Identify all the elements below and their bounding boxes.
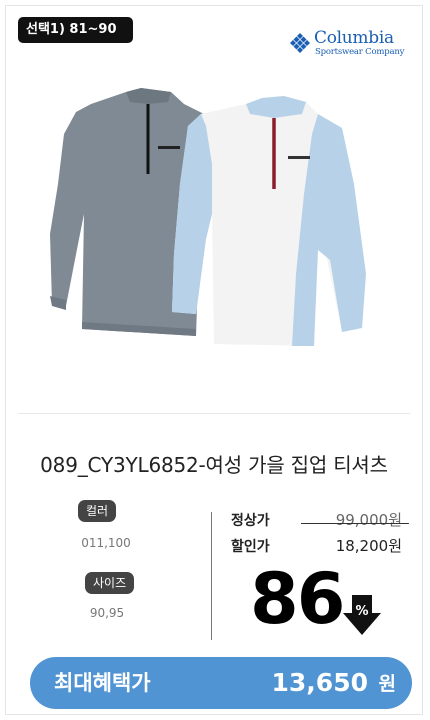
max-benefit-price: 13,650 bbox=[271, 668, 368, 697]
size-label: 사이즈 bbox=[85, 572, 135, 594]
columbia-diamond-logo-icon bbox=[290, 33, 310, 53]
white-shirt bbox=[172, 96, 366, 346]
regular-price: 99,000원 bbox=[335, 511, 402, 529]
max-benefit-label: 최대혜택가 bbox=[54, 671, 151, 695]
sale-price: 18,200원 bbox=[335, 537, 402, 555]
max-benefit-unit: 원 bbox=[378, 673, 396, 695]
color-label: 컬러 bbox=[78, 500, 117, 522]
discount-rate: 86 bbox=[250, 558, 345, 640]
brand-logo: Columbia Sportswear Company bbox=[288, 28, 404, 62]
brand-subtitle: Sportswear Company bbox=[315, 47, 405, 57]
color-value: 011,100 bbox=[81, 536, 131, 550]
option-badge: 선택1) 81~90 bbox=[18, 17, 133, 43]
size-value: 90,95 bbox=[89, 606, 125, 620]
product-card[interactable]: 선택1) 81~90 Columbia Sportswear Company 0… bbox=[5, 5, 423, 715]
sale-price-label: 할인가 bbox=[231, 539, 270, 555]
down-arrow-icon: % bbox=[343, 595, 381, 635]
discount-percent: % bbox=[355, 604, 368, 619]
product-image[interactable] bbox=[36, 74, 396, 374]
regular-price-label: 정상가 bbox=[231, 513, 270, 529]
strikethrough-line bbox=[301, 523, 409, 524]
section-divider bbox=[18, 413, 410, 414]
max-benefit-price-bar[interactable]: 최대혜택가 13,650 원 bbox=[30, 657, 412, 709]
price-divider bbox=[211, 512, 212, 640]
product-name[interactable]: 089_CY3YL6852-여성 가을 집업 티셔츠 bbox=[6, 449, 422, 478]
brand-name: Columbia bbox=[314, 28, 394, 48]
